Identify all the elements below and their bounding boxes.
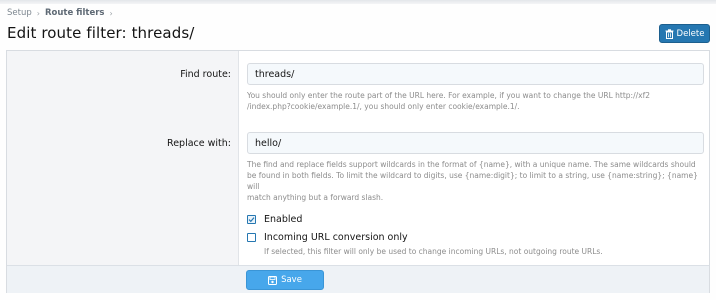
- replace-with-explain-line: be found in both fields. To limit the wi…: [247, 171, 698, 191]
- route-filter-form: Find route: You should only enter the ro…: [6, 50, 710, 293]
- save-button[interactable]: Save: [246, 270, 324, 290]
- save-icon: [268, 275, 278, 285]
- replace-with-explain-line: The find and replace fields support wild…: [247, 160, 696, 169]
- replace-with-label: Replace with:: [167, 138, 231, 149]
- incoming-only-label: Incoming URL conversion only: [264, 232, 408, 243]
- breadcrumb-setup[interactable]: Setup: [7, 8, 32, 18]
- page-title: Edit route filter: threads/: [7, 24, 195, 42]
- find-route-label: Find route:: [180, 69, 231, 80]
- find-route-explain-line: You should only enter the route part of …: [247, 91, 650, 100]
- find-route-explain: You should only enter the route part of …: [247, 90, 707, 112]
- replace-with-input[interactable]: [247, 132, 704, 154]
- delete-button[interactable]: Delete: [659, 24, 710, 43]
- replace-with-explain-line: match anything but a forward slash.: [247, 193, 384, 202]
- incoming-only-option[interactable]: Incoming URL conversion only: [247, 232, 408, 243]
- form-footer: Save: [7, 265, 709, 293]
- incoming-only-checkbox[interactable]: [247, 233, 256, 242]
- breadcrumb-route-filters[interactable]: Route filters: [45, 8, 105, 18]
- delete-button-label: Delete: [676, 28, 705, 39]
- replace-with-explain: The find and replace fields support wild…: [247, 159, 707, 203]
- breadcrumb-separator-icon: ›: [109, 8, 113, 18]
- trash-icon: [665, 28, 674, 39]
- top-edge-bar: [0, 0, 716, 4]
- incoming-only-hint: If selected, this filter will only be us…: [264, 247, 603, 256]
- find-route-input[interactable]: [247, 63, 704, 85]
- breadcrumb: Setup › Route filters ›: [7, 8, 118, 18]
- find-route-explain-line: /index.php?cookie/example.1/, you should…: [247, 102, 520, 111]
- save-button-label: Save: [281, 275, 302, 285]
- enabled-checkbox[interactable]: [247, 215, 256, 224]
- enabled-label: Enabled: [264, 214, 303, 225]
- breadcrumb-separator-icon: ›: [36, 8, 40, 18]
- form-label-column: [7, 51, 239, 265]
- checkmark-icon: [248, 217, 255, 223]
- enabled-option[interactable]: Enabled: [247, 214, 302, 225]
